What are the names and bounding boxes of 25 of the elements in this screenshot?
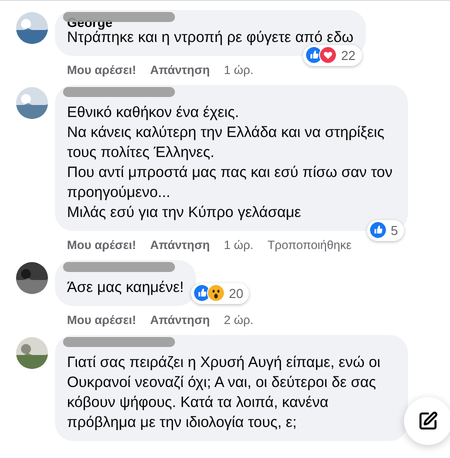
reaction-badge[interactable]: 20 — [190, 282, 250, 304]
comment-text: Γιατί σας πειράζει η Χρυσή Αυγή είπαμε, ενώ οι Ουκρανοί νεοναζί όχι; Α ναι, οι δεύτεροι δε σας κόβουν ψήφους. Κατά τα λοιπά, κανένα πρόβλημα με την ιδιολογία τους, ε; — [67, 353, 382, 433]
heart-icon — [319, 46, 338, 64]
comment-text: Μιλάς εσύ για την Κύπρο γελάσαμε — [67, 203, 302, 223]
reaction-badge[interactable]: 5 — [366, 220, 404, 241]
edited-label: Τροποποιήθηκε — [267, 237, 352, 254]
reply-link[interactable]: Απάντηση — [150, 236, 210, 254]
compose-icon — [418, 411, 438, 431]
reply-link[interactable]: Απάντηση — [150, 61, 210, 79]
reaction-badge[interactable]: 22 — [303, 44, 362, 66]
timestamp[interactable]: 1 ώρ. — [224, 61, 254, 79]
timestamp[interactable]: 1 ώρ. — [224, 236, 254, 254]
timestamp[interactable]: 2 ώρ. — [224, 311, 254, 329]
comment-text: Άσε μας καημένε! — [67, 278, 184, 298]
compose-button[interactable] — [404, 397, 450, 445]
reply-link[interactable]: Απάντηση — [150, 311, 210, 329]
thumbs-up-icon — [368, 221, 387, 240]
comment-text: Που αντί μπροστά μας πας και εσύ πίσω σαν τον προηγούμενο... — [67, 163, 394, 203]
like-link[interactable]: Μου αρέσει! — [67, 61, 136, 79]
surprised-face-icon — [206, 284, 225, 302]
like-link[interactable]: Μου αρέσει! — [67, 236, 136, 254]
author-name[interactable]: George — [67, 16, 354, 30]
comment-text: Να κάνεις καλύτερη την Ελλάδα και να στηρίξεις τους πολίτες Έλληνες. — [67, 123, 386, 163]
like-link[interactable]: Μου αρέσει! — [67, 311, 136, 329]
comment-text: Εθνικό καθήκον ένα έχεις. — [67, 103, 240, 123]
